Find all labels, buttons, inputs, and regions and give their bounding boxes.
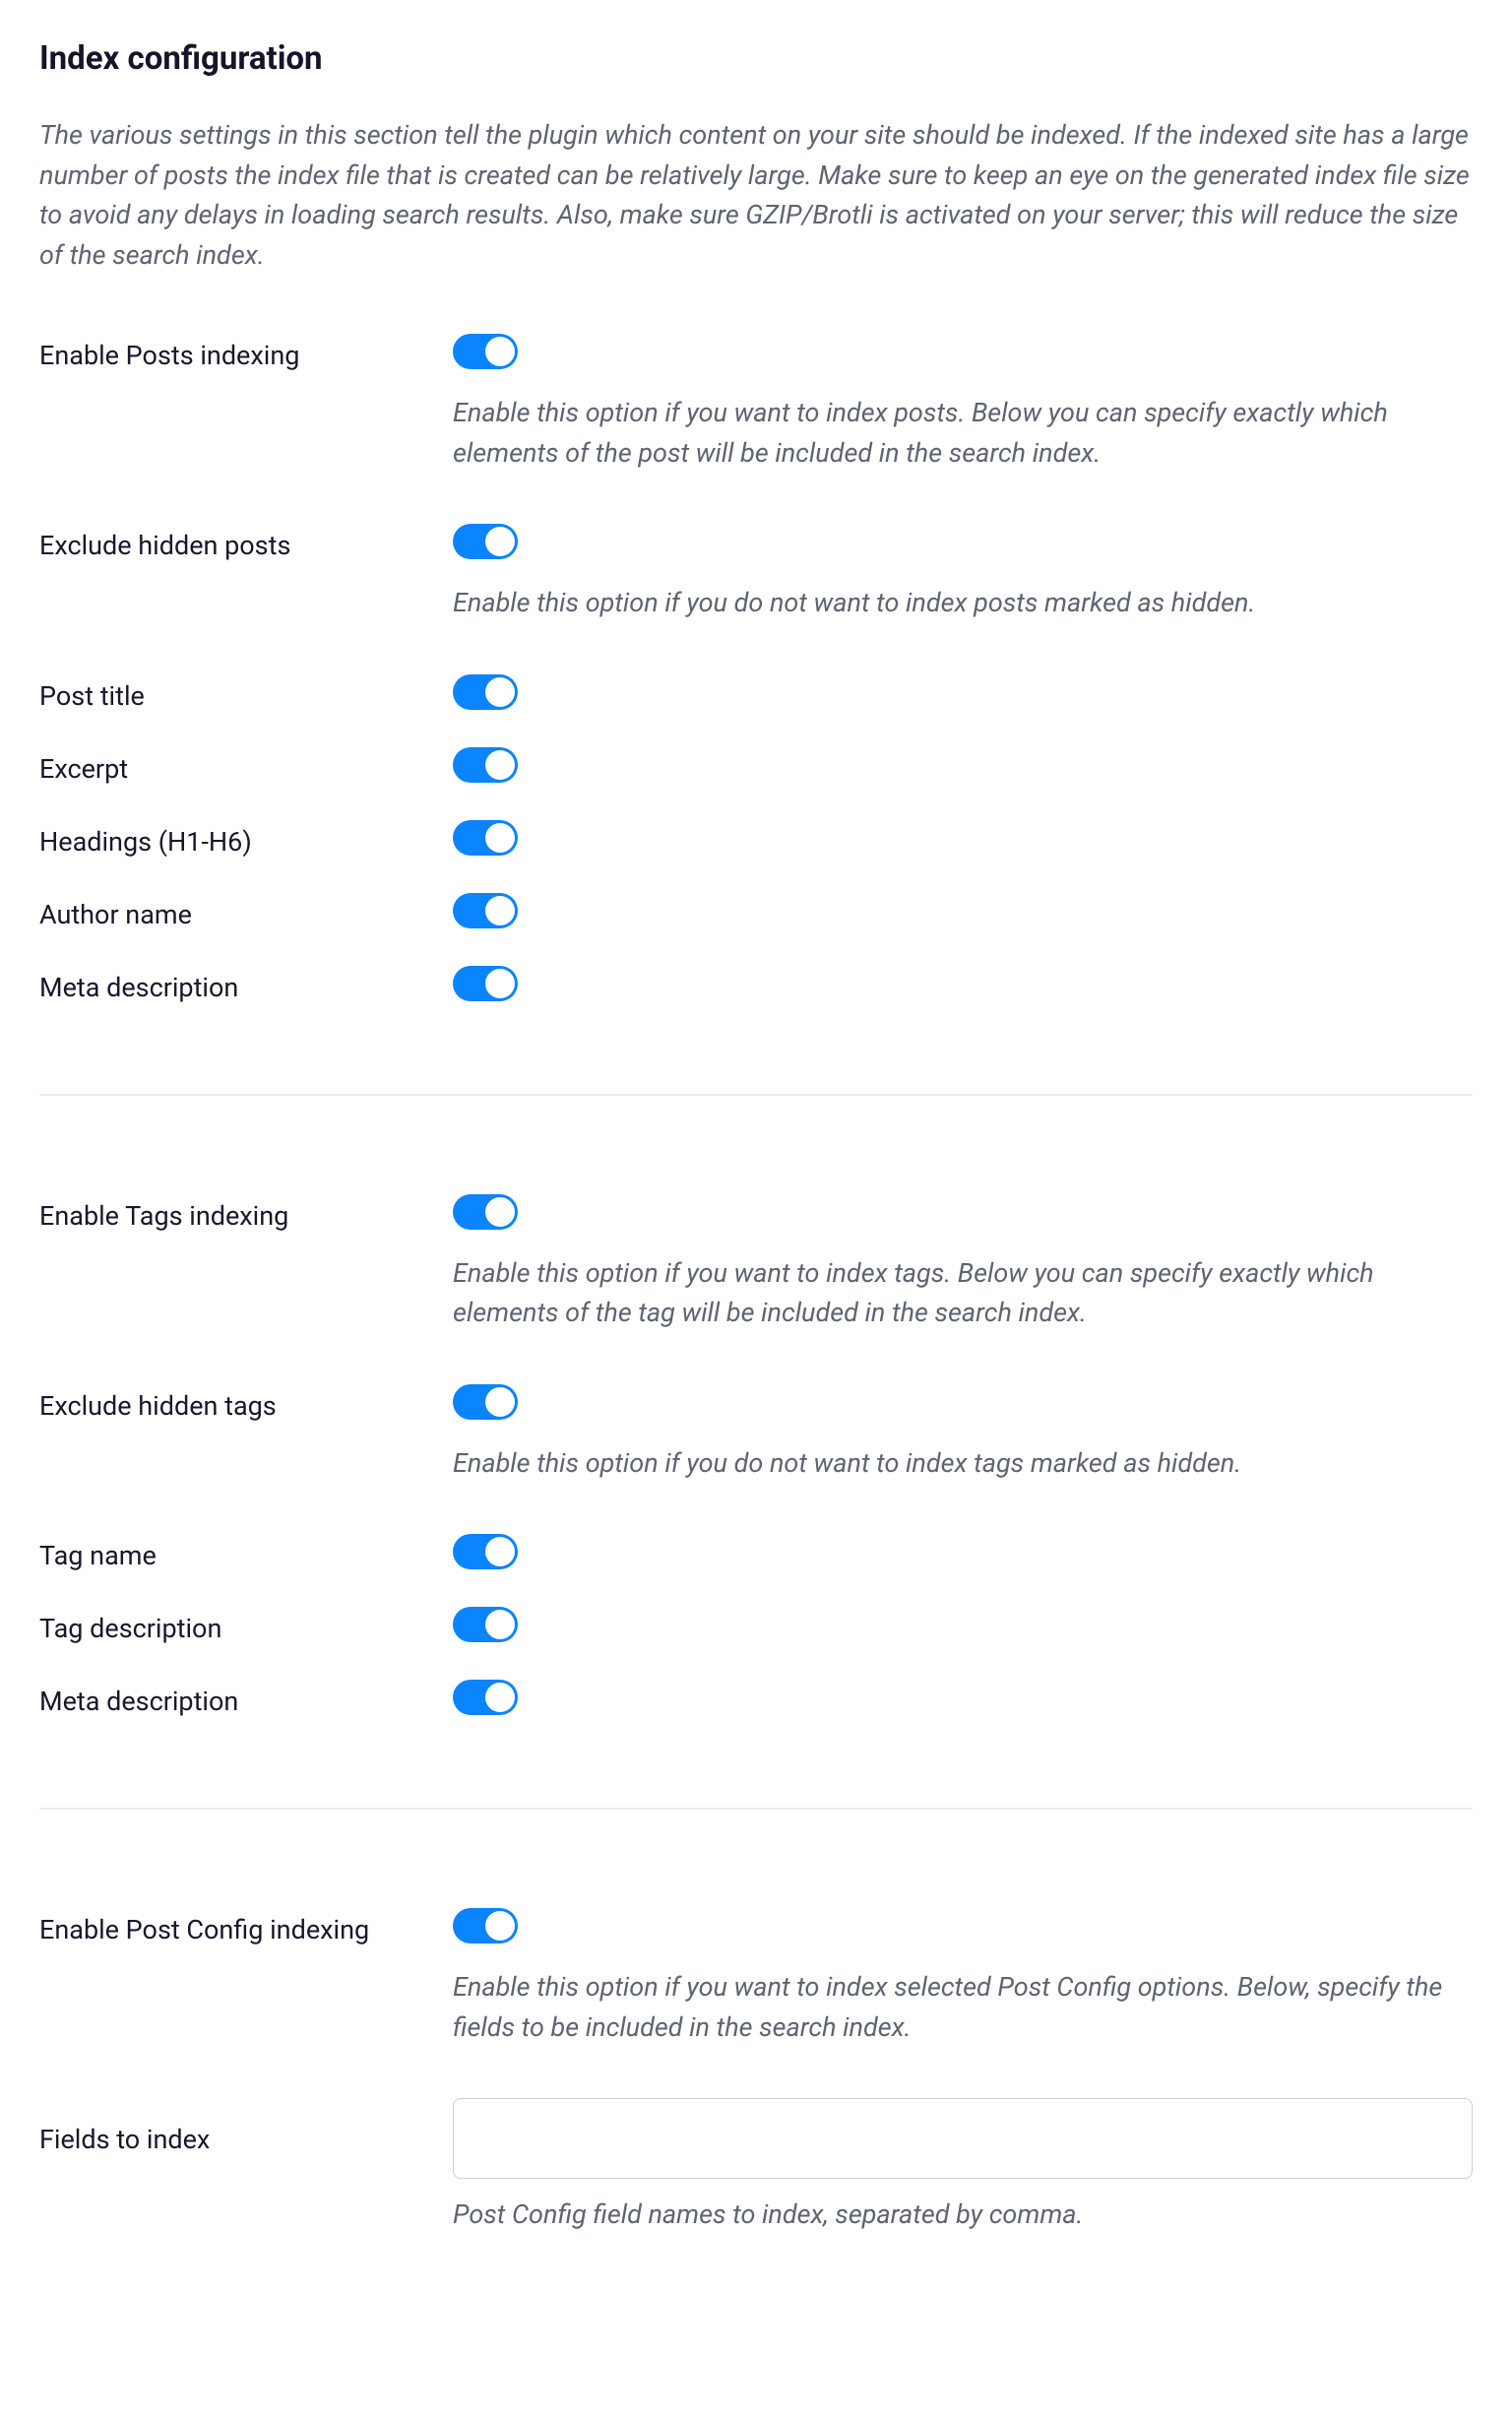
excerpt-label: Excerpt [39, 747, 453, 785]
divider [39, 1808, 1473, 1810]
headings-toggle[interactable] [453, 820, 518, 856]
tag-desc-row: Tag description [39, 1607, 1473, 1646]
tag-desc-label: Tag description [39, 1607, 453, 1644]
headings-label: Headings (H1-H6) [39, 820, 453, 858]
post-title-toggle[interactable] [453, 674, 518, 710]
post-meta-label: Meta description [39, 966, 453, 1003]
tag-meta-label: Meta description [39, 1680, 453, 1717]
enable-tags-row: Enable Tags indexing Enable this option … [39, 1194, 1473, 1333]
fields-to-index-row: Fields to index Post Config field names … [39, 2098, 1473, 2230]
section-description: The various settings in this section tel… [39, 115, 1473, 275]
author-label: Author name [39, 893, 453, 930]
author-toggle[interactable] [453, 893, 518, 928]
tag-name-toggle[interactable] [453, 1534, 518, 1569]
divider [39, 1094, 1473, 1096]
enable-tags-desc: Enable this option if you want to index … [453, 1253, 1457, 1333]
exclude-tags-row: Exclude hidden tags Enable this option i… [39, 1384, 1473, 1484]
exclude-posts-desc: Enable this option if you do not want to… [453, 583, 1457, 623]
tag-meta-row: Meta description [39, 1680, 1473, 1719]
exclude-tags-toggle[interactable] [453, 1384, 518, 1420]
exclude-tags-label: Exclude hidden tags [39, 1384, 453, 1422]
enable-posts-toggle[interactable] [453, 334, 518, 369]
enable-postconfig-desc: Enable this option if you want to index … [453, 1967, 1457, 2047]
exclude-posts-row: Exclude hidden posts Enable this option … [39, 524, 1473, 623]
exclude-posts-toggle[interactable] [453, 524, 518, 559]
excerpt-row: Excerpt [39, 747, 1473, 787]
tag-desc-toggle[interactable] [453, 1607, 518, 1642]
headings-row: Headings (H1-H6) [39, 820, 1473, 860]
author-row: Author name [39, 893, 1473, 932]
post-meta-toggle[interactable] [453, 966, 518, 1001]
tag-name-row: Tag name [39, 1534, 1473, 1573]
enable-posts-desc: Enable this option if you want to index … [453, 393, 1457, 473]
post-title-row: Post title [39, 674, 1473, 714]
post-title-label: Post title [39, 674, 453, 712]
enable-tags-toggle[interactable] [453, 1194, 518, 1230]
exclude-tags-desc: Enable this option if you do not want to… [453, 1443, 1457, 1484]
fields-to-index-desc: Post Config field names to index, separa… [453, 2198, 1473, 2230]
enable-postconfig-row: Enable Post Config indexing Enable this … [39, 1908, 1473, 2047]
tag-name-label: Tag name [39, 1534, 453, 1571]
enable-tags-label: Enable Tags indexing [39, 1194, 453, 1232]
exclude-posts-label: Exclude hidden posts [39, 524, 453, 561]
fields-to-index-label: Fields to index [39, 2098, 453, 2155]
fields-to-index-input[interactable] [453, 2098, 1473, 2179]
enable-postconfig-label: Enable Post Config indexing [39, 1908, 453, 1945]
tag-meta-toggle[interactable] [453, 1680, 518, 1715]
excerpt-toggle[interactable] [453, 747, 518, 783]
enable-postconfig-toggle[interactable] [453, 1908, 518, 1943]
enable-posts-label: Enable Posts indexing [39, 334, 453, 371]
section-title: Index configuration [39, 39, 1473, 78]
enable-posts-row: Enable Posts indexing Enable this option… [39, 334, 1473, 473]
post-meta-row: Meta description [39, 966, 1473, 1005]
